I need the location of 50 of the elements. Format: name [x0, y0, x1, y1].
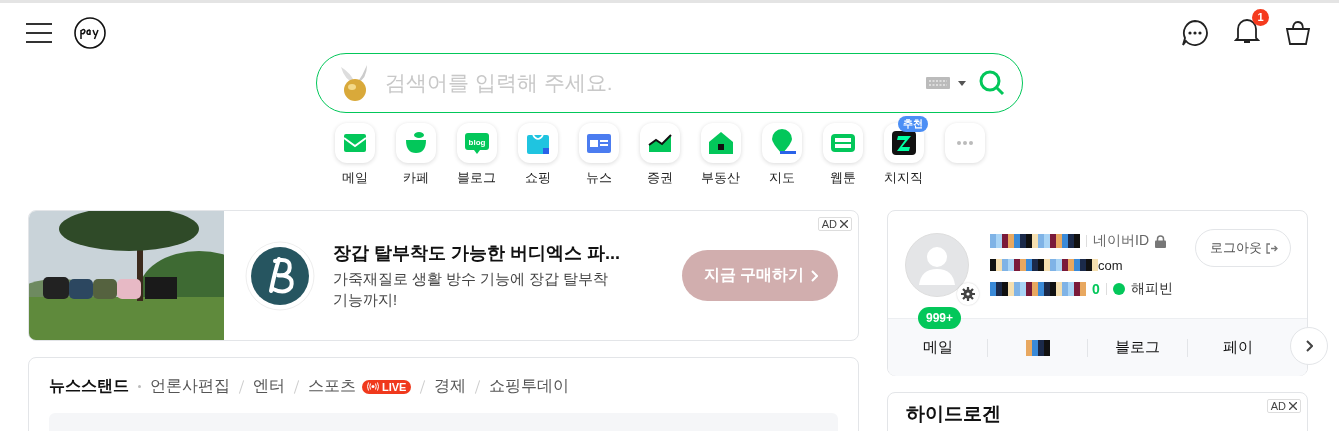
leaf-icon — [1112, 283, 1125, 295]
news-tab[interactable]: 뉴스스탠드 — [49, 376, 129, 397]
chevron-right-icon — [1305, 340, 1313, 352]
close-icon[interactable] — [1289, 402, 1297, 410]
webtoon-icon — [830, 134, 855, 152]
house-icon — [708, 132, 733, 154]
bell-icon[interactable] — [1234, 17, 1260, 45]
news-tab[interactable]: 엔터 — [253, 376, 285, 397]
lock-icon — [1155, 234, 1166, 248]
more-icon — [956, 141, 973, 145]
happybean-link[interactable]: 해피빈 — [1130, 280, 1173, 298]
shopping-bag-icon — [526, 134, 549, 154]
newspaper-icon — [586, 134, 611, 153]
ad-badge[interactable]: AD — [817, 217, 852, 231]
brand-logo-icon — [245, 240, 315, 311]
profile-tab[interactable]: 페이 — [1188, 338, 1287, 357]
live-badge: LIVE — [362, 379, 412, 394]
profile-tab[interactable]: 블로그 — [1088, 338, 1187, 357]
news-tab[interactable]: 언론사편집 — [150, 376, 230, 397]
naver-id-label: 네이버ID — [1093, 232, 1149, 250]
settings-icon[interactable] — [961, 287, 975, 301]
ad-label: AD — [821, 218, 837, 230]
recommend-badge: 추천 — [897, 116, 928, 132]
lightning-z-icon — [891, 131, 916, 155]
chevron-right-icon — [810, 269, 818, 282]
mail-count-badge: 999+ — [918, 307, 962, 329]
ad-title: 하이드로겐 — [906, 403, 1001, 425]
logout-button[interactable]: 로그아웃 — [1195, 229, 1291, 267]
logout-icon — [1266, 242, 1278, 254]
email-suffix: com — [1098, 257, 1123, 273]
news-tab[interactable]: 스포츠 — [308, 376, 356, 397]
shopping-bag-icon[interactable] — [1285, 20, 1311, 46]
menu-icon[interactable] — [26, 23, 52, 43]
chat-icon[interactable] — [1181, 19, 1209, 47]
ad-title: 장갑 탈부착도 가능한 버디엑스 파... — [333, 242, 621, 266]
chart-icon — [647, 134, 672, 152]
profile-tab[interactable]: 메일 — [888, 338, 987, 357]
map-pin-icon — [771, 129, 796, 154]
keyboard-icon[interactable] — [926, 76, 968, 90]
ad-label: AD — [1270, 400, 1286, 412]
ad-description: 가죽재질로 생활 방수 기능에 장갑 탈부착 기능까지! — [333, 270, 610, 310]
redacted-drawing — [1025, 339, 1050, 356]
pay-logo-icon[interactable] — [74, 17, 106, 49]
news-tab[interactable]: 쇼핑투데이 — [489, 376, 570, 397]
ad-badge[interactable]: AD — [1266, 399, 1301, 413]
mail-icon — [342, 134, 367, 152]
close-icon[interactable] — [840, 220, 848, 228]
news-tab[interactable]: 경제 — [434, 376, 467, 397]
cup-icon — [405, 132, 426, 153]
notification-badge: 1 — [1252, 9, 1269, 26]
